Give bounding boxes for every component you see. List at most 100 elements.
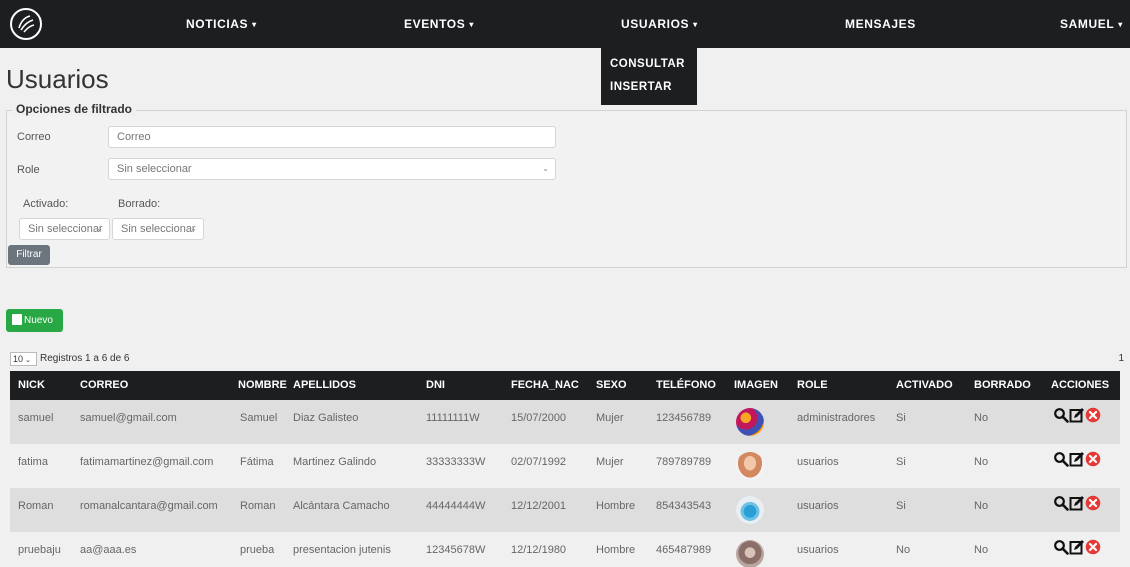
edit-icon[interactable]	[1069, 539, 1085, 555]
records-per-page-select[interactable]: 10 ⌄	[10, 352, 37, 366]
records-info: Registros 1 a 6 de 6	[40, 353, 130, 364]
delete-icon[interactable]	[1085, 539, 1101, 555]
nav-noticias[interactable]: NOTICIAS ▾	[186, 0, 257, 48]
delete-icon[interactable]	[1085, 407, 1101, 423]
avatar-image	[736, 452, 764, 480]
filtrar-button[interactable]: Filtrar	[8, 245, 50, 265]
cell-role: administradores	[797, 412, 876, 424]
cell-sexo: Mujer	[596, 412, 624, 424]
borrado-label: Borrado:	[118, 198, 161, 210]
cell-borrado: No	[974, 500, 989, 512]
cell-apellidos: Diaz Galisteo	[293, 412, 359, 424]
cell-telefono: 789789789	[656, 456, 712, 468]
avatar-image	[736, 540, 764, 567]
correo-label: Correo	[17, 131, 51, 143]
th-nombre[interactable]: NOMBRE	[238, 371, 287, 400]
edit-icon[interactable]	[1069, 451, 1085, 467]
cell-correo: fatimamartinez@gmail.com	[80, 456, 214, 468]
cell-role: usuarios	[797, 544, 839, 556]
table-row: Roman romanalcantara@gmail.com Roman Alc…	[10, 488, 1120, 532]
activado-select-value: Sin seleccionar	[28, 223, 103, 235]
nav-usuarios[interactable]: USUARIOS ▾	[621, 0, 698, 48]
th-imagen[interactable]: IMAGEN	[734, 371, 778, 400]
cell-correo: samuel@gmail.com	[80, 412, 177, 424]
th-dni[interactable]: DNI	[426, 371, 445, 400]
dropdown-insertar[interactable]: INSERTAR	[610, 81, 672, 93]
chevron-down-icon: ▾	[252, 19, 257, 29]
cell-correo: romanalcantara@gmail.com	[80, 500, 218, 512]
cell-apellidos: presentacion jutenis	[293, 544, 391, 556]
cell-apellidos: Alcántara Camacho	[293, 500, 390, 512]
cell-dni: 11111111W	[426, 412, 480, 424]
avatar-image	[736, 496, 764, 524]
chevron-down-icon: ▾	[1118, 19, 1123, 29]
search-icon[interactable]	[1053, 407, 1069, 423]
nav-user-label: SAMUEL	[1060, 17, 1115, 31]
delete-icon[interactable]	[1085, 451, 1101, 467]
table-row: fatima fatimamartinez@gmail.com Fátima M…	[10, 444, 1120, 488]
cell-correo: aa@aaa.es	[80, 544, 137, 556]
activado-select[interactable]: Sin seleccionar ⌄	[19, 218, 110, 240]
th-nick[interactable]: NICK	[18, 371, 45, 400]
records-per-page-value: 10	[13, 354, 24, 364]
cell-borrado: No	[974, 456, 989, 468]
borrado-select[interactable]: Sin seleccionar ⌄	[112, 218, 204, 240]
cell-nick: Roman	[18, 500, 54, 512]
nuevo-button[interactable]: Nuevo	[6, 309, 63, 332]
logo-icon[interactable]	[10, 8, 42, 40]
row-actions	[1053, 451, 1101, 469]
page-title: Usuarios	[6, 64, 109, 94]
chevron-down-icon: ⌄	[96, 224, 103, 233]
pagination-page[interactable]: 1	[1118, 353, 1124, 364]
nav-mensajes-label: MENSAJES	[845, 17, 916, 31]
cell-borrado: No	[974, 544, 989, 556]
cell-telefono: 465487989	[656, 544, 712, 556]
usuarios-dropdown-menu: CONSULTAR INSERTAR	[601, 48, 697, 105]
row-actions	[1053, 539, 1101, 557]
cell-telefono: 854343543	[656, 500, 712, 512]
role-select[interactable]: Sin seleccionar ⌄	[108, 158, 556, 180]
nav-usuarios-label: USUARIOS	[621, 17, 690, 31]
cell-dni: 44444444W	[426, 500, 486, 512]
th-correo[interactable]: CORREO	[80, 371, 128, 400]
th-fecha-nac[interactable]: FECHA_NAC	[511, 371, 579, 400]
cell-sexo: Mujer	[596, 456, 624, 468]
nav-user-menu[interactable]: SAMUEL ▾	[1060, 0, 1123, 48]
th-borrado[interactable]: BORRADO	[974, 371, 1031, 400]
cell-activado: Si	[896, 412, 906, 424]
nav-noticias-label: NOTICIAS	[186, 17, 249, 31]
nav-eventos[interactable]: EVENTOS ▾	[404, 0, 474, 48]
cell-activado: Si	[896, 500, 906, 512]
search-icon[interactable]	[1053, 451, 1069, 467]
cell-nombre: Roman	[240, 500, 276, 512]
cell-fecha: 12/12/2001	[511, 500, 567, 512]
search-icon[interactable]	[1053, 539, 1069, 555]
chevron-down-icon: ⌄	[190, 224, 197, 233]
logo-drawing	[18, 15, 35, 33]
th-apellidos[interactable]: APELLIDOS	[293, 371, 356, 400]
delete-icon[interactable]	[1085, 495, 1101, 511]
th-role[interactable]: ROLE	[797, 371, 828, 400]
search-icon[interactable]	[1053, 495, 1069, 511]
top-navbar: NOTICIAS ▾ EVENTOS ▾ USUARIOS ▾ MENSAJES SA…	[0, 0, 1130, 48]
nav-eventos-label: EVENTOS	[404, 17, 466, 31]
activado-label: Activado:	[23, 198, 69, 210]
th-sexo[interactable]: SEXO	[596, 371, 627, 400]
cell-nombre: Samuel	[240, 412, 278, 424]
cell-nick: pruebaju	[18, 544, 61, 556]
cell-sexo: Hombre	[596, 544, 636, 556]
cell-telefono: 123456789	[656, 412, 712, 424]
cell-nick: fatima	[18, 456, 48, 468]
cell-fecha: 15/07/2000	[511, 412, 567, 424]
chevron-down-icon: ⌄	[542, 164, 549, 173]
nav-mensajes[interactable]: MENSAJES	[845, 0, 916, 48]
cell-nick: samuel	[18, 412, 54, 424]
dropdown-consultar[interactable]: CONSULTAR	[610, 58, 685, 70]
cell-apellidos: Martinez Galindo	[293, 456, 377, 468]
th-telefono[interactable]: TELÉFONO	[656, 371, 716, 400]
correo-input[interactable]	[108, 126, 556, 148]
edit-icon[interactable]	[1069, 407, 1085, 423]
chevron-down-icon: ▾	[693, 19, 698, 29]
th-activado[interactable]: ACTIVADO	[896, 371, 953, 400]
edit-icon[interactable]	[1069, 495, 1085, 511]
